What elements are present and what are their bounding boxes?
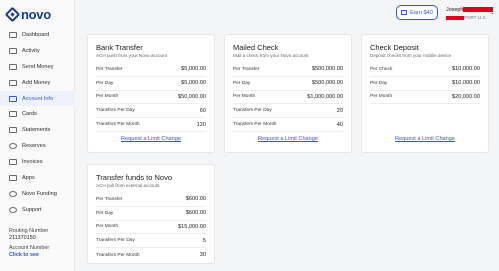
gift-icon — [401, 10, 408, 15]
user-menu[interactable]: Joseph PORT LLC — [446, 7, 494, 21]
limit-row: Per Transfer $500,000.00 — [233, 63, 343, 77]
sidebar-nav: Dashboard Activity Send Money Add Money … — [0, 27, 75, 218]
sidebar-item-label: Support — [22, 206, 42, 213]
sidebar-item-novo-funding[interactable]: Novo Funding — [0, 186, 75, 202]
limit-row: Transfers Per Day 60 — [96, 104, 206, 119]
sidebar-item-activity[interactable]: Activity — [0, 43, 75, 59]
redacted-name — [463, 7, 494, 13]
earn-button[interactable]: Earn $40 — [396, 5, 438, 20]
sidebar-item-support[interactable]: Support — [0, 202, 75, 218]
sidebar-item-label: Activity — [22, 47, 40, 54]
sidebar-item-label: Add Money — [22, 79, 51, 86]
request-limit-change-link[interactable]: Request a Limit Change — [225, 136, 351, 142]
limit-row: Per Day $500,000.00 — [233, 77, 343, 91]
limit-row: Transfers Per Month 40 — [233, 118, 343, 132]
reserves-icon — [9, 143, 17, 150]
sidebar-item-add-money[interactable]: Add Money — [0, 75, 75, 91]
card-title: Check Deposit — [370, 43, 419, 52]
limit-row: Per Check $10,000.00 — [370, 63, 480, 77]
novo-logo[interactable]: novo — [4, 6, 51, 23]
add-money-icon — [9, 79, 17, 86]
routing-number-value: 211370150 — [9, 235, 36, 241]
sidebar-item-label: Dashboard — [22, 31, 50, 38]
limit-row: Per Month $20,000.00 — [370, 91, 480, 105]
sidebar-item-send-money[interactable]: Send Money — [0, 59, 75, 75]
dashboard-icon — [9, 31, 17, 38]
sidebar-item-label: Cards — [22, 111, 37, 118]
send-icon — [9, 63, 17, 70]
support-icon — [9, 206, 17, 213]
card-subtitle: Mail a check from your Novo account — [233, 53, 309, 58]
transfer-funds-card: Transfer funds to Novo ACH pull from ext… — [87, 164, 215, 264]
sidebar-item-cards[interactable]: Cards — [0, 106, 75, 122]
apps-icon — [9, 174, 17, 181]
limit-row: Per Day $10,000.00 — [370, 77, 480, 91]
sidebar-item-account-info[interactable]: Account Info — [0, 90, 75, 107]
sidebar-item-label: Reserves — [22, 143, 46, 150]
request-limit-change-link[interactable]: Request a Limit Change — [88, 136, 214, 142]
routing-number-label: Routing Number — [9, 228, 49, 234]
sidebar-item-label: Invoices — [22, 159, 43, 166]
limit-row: Transfers Per Day 5 — [96, 234, 206, 249]
request-limit-change-link[interactable]: Request a Limit Change — [362, 136, 488, 142]
limit-row: Per Transfer $5,000.00 — [96, 63, 206, 77]
sidebar-item-label: Send Money — [22, 63, 54, 70]
account-number-reveal-link[interactable]: Click to see — [9, 252, 49, 259]
sidebar-item-label: Account Info — [22, 95, 54, 102]
card-title: Bank Transfer — [96, 43, 143, 52]
redacted-company — [446, 15, 464, 20]
limit-row: Transfers Per Month 30 — [96, 252, 206, 259]
mailed-check-card: Mailed Check Mail a check from your Novo… — [224, 34, 352, 153]
account-number-label: Account Number — [9, 245, 50, 251]
limit-row: Per Day $600.00 — [96, 207, 206, 221]
sidebar-item-reserves[interactable]: Reserves — [0, 138, 75, 154]
card-title: Transfer funds to Novo — [96, 173, 173, 182]
logo-text: novo — [21, 7, 51, 22]
card-title: Mailed Check — [233, 43, 279, 52]
sidebar: novo Dashboard Activity Send Money Add M… — [0, 0, 75, 271]
novo-logo-icon — [4, 6, 21, 23]
user-company: PORT LLC — [464, 15, 486, 20]
statements-icon — [9, 127, 17, 134]
funding-icon — [9, 190, 17, 197]
earn-button-label: Earn $40 — [410, 9, 433, 16]
account-icon — [9, 95, 17, 102]
sidebar-item-invoices[interactable]: Invoices — [0, 154, 75, 170]
card-subtitle: ACH push from your Novo account — [96, 53, 167, 58]
sidebar-item-statements[interactable]: Statements — [0, 122, 75, 138]
sidebar-item-apps[interactable]: Apps — [0, 170, 75, 186]
card-subtitle: ACH pull from external account — [96, 183, 160, 188]
limit-row: Per Day $5,000.00 — [96, 77, 206, 91]
limit-row: Per Month $15,000.00 — [96, 221, 206, 235]
check-deposit-card: Check Deposit Deposit checks from your m… — [361, 34, 489, 153]
sidebar-item-label: Novo Funding — [22, 190, 57, 197]
routing-info: Routing Number 211370150 Account Number … — [9, 228, 49, 259]
user-name: Joseph — [446, 7, 464, 13]
chevron-down-icon[interactable]: ⌄ — [490, 9, 495, 16]
sidebar-item-label: Statements — [22, 127, 51, 134]
card-icon — [9, 111, 17, 118]
limit-row: Per Month $1,000,000.00 — [233, 91, 343, 105]
activity-icon — [9, 47, 17, 54]
limit-row: Transfers Per Month 120 — [96, 118, 206, 132]
limit-row: Transfers Per Day 20 — [233, 104, 343, 119]
sidebar-item-dashboard[interactable]: Dashboard — [0, 27, 75, 43]
sidebar-item-label: Apps — [22, 174, 35, 181]
card-subtitle: Deposit checks from your mobile device — [370, 53, 452, 58]
bank-transfer-card: Bank Transfer ACH push from your Novo ac… — [87, 34, 215, 153]
limit-row: Per Month $50,000.00 — [96, 91, 206, 105]
invoice-icon — [9, 159, 17, 166]
limit-row: Per Transfer $600.00 — [96, 193, 206, 207]
